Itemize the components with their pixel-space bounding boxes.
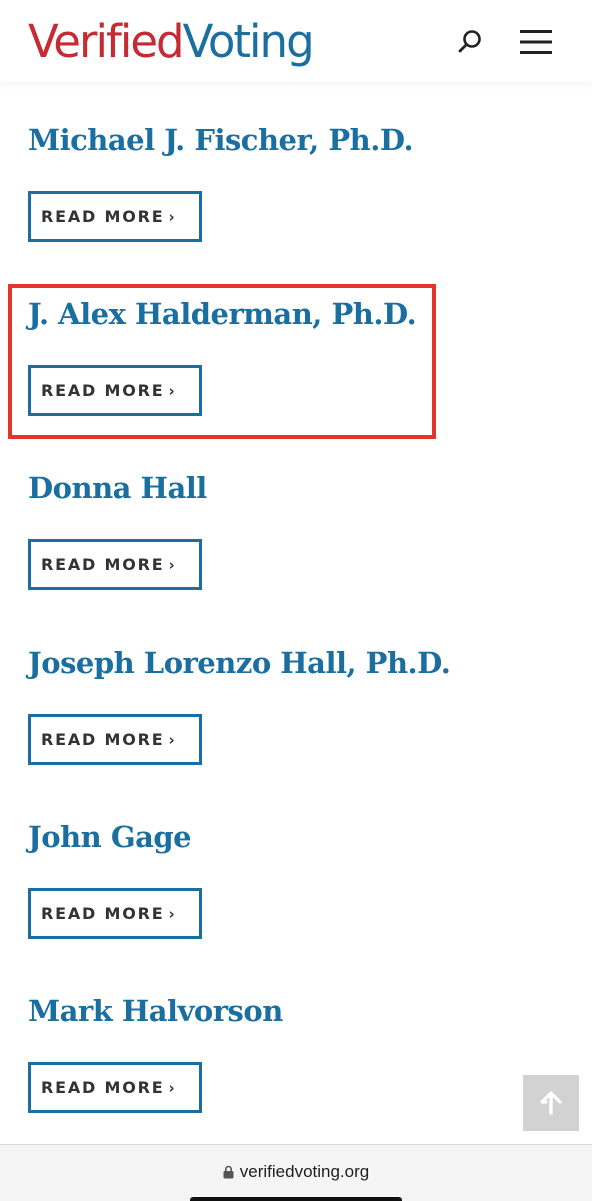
scroll-to-top-button[interactable]	[523, 1075, 579, 1131]
verified-voting-logo[interactable]: VerifiedVoting	[28, 14, 315, 70]
person-name-link[interactable]: John Gage	[28, 817, 588, 857]
browser-address-bar[interactable]: verifiedvoting.org	[0, 1144, 592, 1201]
chevron-right-icon: ›	[168, 904, 177, 923]
arrow-up-icon	[540, 1091, 562, 1115]
person-entry: Michael J. Fischer, Ph.D. READ MORE ›	[28, 120, 588, 242]
chevron-right-icon: ›	[168, 381, 177, 400]
read-more-label: READ MORE	[41, 207, 165, 226]
read-more-button[interactable]: READ MORE ›	[28, 191, 202, 242]
read-more-label: READ MORE	[41, 555, 165, 574]
person-entry: J. Alex Halderman, Ph.D. READ MORE ›	[28, 294, 588, 416]
read-more-button[interactable]: READ MORE ›	[28, 365, 202, 416]
logo-verified-text: Verified	[28, 15, 185, 68]
person-entry: Joseph Lorenzo Hall, Ph.D. READ MORE ›	[28, 643, 588, 765]
person-name-link[interactable]: Donna Hall	[28, 468, 588, 508]
person-entry: Mark Halvorson READ MORE ›	[28, 991, 588, 1113]
logo-voting-text: Voting	[182, 15, 315, 68]
person-entry: John Gage READ MORE ›	[28, 817, 588, 939]
menu-button[interactable]	[514, 24, 558, 60]
read-more-label: READ MORE	[41, 1078, 165, 1097]
chevron-right-icon: ›	[168, 207, 177, 226]
search-icon	[458, 30, 481, 53]
read-more-button[interactable]: READ MORE ›	[28, 714, 202, 765]
site-header: VerifiedVoting	[0, 0, 592, 82]
hamburger-menu-icon	[520, 30, 552, 54]
url-text: verifiedvoting.org	[239, 1162, 370, 1181]
read-more-label: READ MORE	[41, 381, 165, 400]
read-more-label: READ MORE	[41, 730, 165, 749]
person-name-link[interactable]: J. Alex Halderman, Ph.D.	[28, 294, 588, 334]
url-display[interactable]: verifiedvoting.org	[0, 1161, 592, 1183]
chevron-right-icon: ›	[168, 555, 177, 574]
search-button[interactable]	[452, 24, 488, 60]
home-indicator	[190, 1197, 402, 1201]
chevron-right-icon: ›	[168, 730, 177, 749]
read-more-button[interactable]: READ MORE ›	[28, 539, 202, 590]
person-name-link[interactable]: Michael J. Fischer, Ph.D.	[28, 120, 588, 160]
person-entry: Donna Hall READ MORE ›	[28, 468, 588, 590]
person-name-link[interactable]: Mark Halvorson	[28, 991, 588, 1031]
read-more-button[interactable]: READ MORE ›	[28, 888, 202, 939]
person-name-link[interactable]: Joseph Lorenzo Hall, Ph.D.	[28, 643, 588, 683]
read-more-label: READ MORE	[41, 904, 165, 923]
read-more-button[interactable]: READ MORE ›	[28, 1062, 202, 1113]
chevron-right-icon: ›	[168, 1078, 177, 1097]
lock-icon	[223, 1165, 234, 1179]
